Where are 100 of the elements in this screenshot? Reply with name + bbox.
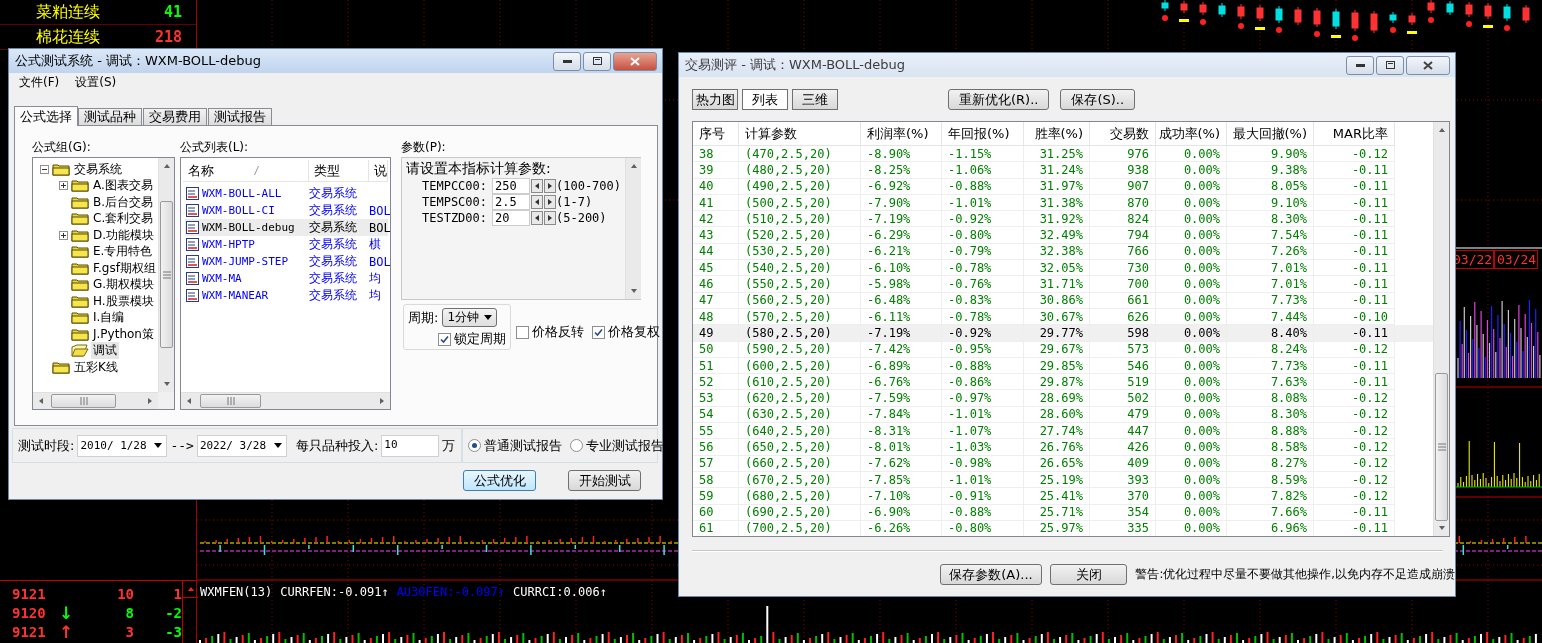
table-row[interactable]: 49 (580,2.5,20) -7.19% -0.92% 29.77% 598 0.00% 8.40% -0.11 <box>693 325 1433 342</box>
view-button[interactable]: 三维 <box>792 89 838 110</box>
horizontal-scrollbar[interactable] <box>181 392 390 409</box>
horizontal-scrollbar[interactable] <box>33 392 158 409</box>
list-row[interactable]: WXM-BOLL-debug 交易系统 BOL <box>185 219 388 236</box>
close-button[interactable] <box>1406 55 1450 75</box>
scrollbar-thumb[interactable] <box>1435 373 1448 521</box>
table-row[interactable]: 39 (480,2.5,20) -8.25% -1.06% 31.24% 938 0.00% 9.38% -0.11 <box>693 162 1433 179</box>
table-row[interactable]: 45 (540,2.5,20) -6.10% -0.78% 32.05% 730 0.00% 7.01% -0.11 <box>693 260 1433 277</box>
collapse-icon[interactable] <box>40 164 49 174</box>
checkbox[interactable] <box>438 332 451 346</box>
list-row[interactable]: WXM-HPTP 交易系统 棋 <box>185 236 388 253</box>
expand-icon[interactable] <box>59 181 68 191</box>
contract-name[interactable]: 棉花连续 <box>36 26 132 48</box>
scrollbar-thumb[interactable] <box>51 394 116 408</box>
list-row[interactable]: WXM-JUMP-STEP 交易系统 BOL <box>185 253 388 270</box>
table-row[interactable]: 41 (500,2.5,20) -7.90% -1.01% 31.38% 870 0.00% 9.10% -0.11 <box>693 194 1433 212</box>
decrease-button[interactable] <box>531 195 543 209</box>
table-row[interactable]: 57 (660,2.5,20) -7.62% -0.98% 26.65% 409 0.00% 8.27% -0.12 <box>693 455 1433 472</box>
tree-item[interactable]: D.功能模块 <box>91 226 157 244</box>
dialog-button[interactable]: 公式优化 <box>463 470 536 491</box>
table-row[interactable]: 44 (530,2.5,20) -6.21% -0.79% 32.38% 766 0.00% 7.26% -0.11 <box>693 243 1433 261</box>
checkbox[interactable] <box>592 325 605 339</box>
table-row[interactable]: 52 (610,2.5,20) -6.76% -0.86% 29.87% 519 0.00% 7.63% -0.11 <box>693 374 1433 391</box>
table-row[interactable]: 59 (680,2.5,20) -7.10% -0.91% 25.41% 370 0.00% 7.82% -0.12 <box>693 488 1433 505</box>
column-header[interactable]: 名称 <box>183 160 309 181</box>
checkbox[interactable] <box>516 325 529 339</box>
table-row[interactable]: 40 (490,2.5,20) -6.92% -0.88% 31.97% 907 0.00% 8.05% -0.11 <box>693 178 1433 195</box>
menu-item[interactable]: 设置(S) <box>67 73 125 91</box>
table-row[interactable]: 42 (510,2.5,20) -7.19% -0.92% 31.92% 824 0.00% 8.30% -0.11 <box>693 211 1433 228</box>
column-header[interactable]: 交易数 <box>1090 122 1156 146</box>
tree-item[interactable]: G.期权模块 <box>91 276 157 294</box>
parameter-field[interactable]: 250 <box>492 178 530 194</box>
table-row[interactable]: 50 (590,2.5,20) -7.42% -0.95% 29.67% 573 0.00% 8.24% -0.12 <box>693 341 1433 358</box>
end-date-field[interactable]: 2022/ 3/28 <box>196 434 287 457</box>
column-header[interactable]: 成功率(%) <box>1156 122 1227 146</box>
table-row[interactable]: 54 (630,2.5,20) -7.84% -1.01% 28.60% 479 0.00% 8.30% -0.12 <box>693 406 1433 424</box>
expand-icon[interactable] <box>59 230 68 240</box>
table-row[interactable]: 51 (600,2.5,20) -6.89% -0.88% 29.85% 546 0.00% 7.73% -0.11 <box>693 357 1433 375</box>
list-row[interactable]: WXM-BOLL-ALL 交易系统 <box>185 185 388 202</box>
tree-item[interactable]: I.自编 <box>91 309 127 327</box>
action-button[interactable]: 保存(S).. <box>1060 89 1136 110</box>
menu-item[interactable]: 文件(F) <box>11 73 68 91</box>
table-row[interactable]: 60 (690,2.5,20) -6.90% -0.88% 25.71% 354 0.00% 7.66% -0.11 <box>693 504 1433 521</box>
table-row[interactable]: 53 (620,2.5,20) -7.59% -0.97% 28.69% 502 0.00% 8.08% -0.12 <box>693 390 1433 407</box>
tree-item[interactable]: 调试 <box>91 342 119 360</box>
tree-item[interactable]: J.Python策 <box>91 325 156 343</box>
close-button[interactable] <box>613 51 657 71</box>
table-row[interactable]: 38 (470,2.5,20) -8.90% -1.15% 31.25% 976 0.00% 9.90% -0.12 <box>693 146 1433 163</box>
column-header[interactable]: 胜率(%) <box>1024 122 1090 146</box>
tree-item[interactable]: H.股票模块 <box>91 292 156 310</box>
increase-button[interactable] <box>544 195 556 209</box>
tree-item[interactable]: E.专用特色 <box>91 243 155 261</box>
tab[interactable]: 测试品种 <box>78 108 142 125</box>
tab[interactable]: 测试报告 <box>208 108 272 125</box>
column-header[interactable]: 说 <box>369 160 388 181</box>
tree-item[interactable]: 交易系统 <box>72 160 124 178</box>
column-header[interactable]: 序号 <box>693 122 739 146</box>
table-row[interactable]: 58 (670,2.5,20) -7.85% -1.01% 25.19% 393 0.00% 8.59% -0.12 <box>693 471 1433 489</box>
column-header[interactable]: 计算参数 <box>739 122 861 146</box>
tree-item[interactable]: F.gsf期权组 <box>91 259 158 277</box>
list-row[interactable]: WXM-MA 交易系统 均 <box>185 270 388 287</box>
table-row[interactable]: 55 (640,2.5,20) -8.31% -1.07% 27.74% 447 0.00% 8.88% -0.12 <box>693 423 1433 440</box>
parameter-field[interactable]: 20 <box>492 210 530 226</box>
scrollbar-thumb[interactable] <box>200 394 261 408</box>
contract-name[interactable]: 菜粕连续 <box>36 1 132 23</box>
tab[interactable]: 公式选择 <box>14 106 78 126</box>
table-row[interactable]: 56 (650,2.5,20) -8.01% -1.03% 26.76% 426 0.00% 8.58% -0.12 <box>693 439 1433 456</box>
maximize-button[interactable] <box>583 51 611 71</box>
list-row[interactable]: WXM-BOLL-CI 交易系统 BOL <box>185 202 388 219</box>
decrease-button[interactable] <box>531 211 543 225</box>
scrollbar-thumb[interactable] <box>160 201 173 348</box>
radio-button[interactable] <box>570 439 583 452</box>
column-header[interactable]: 利润率(%) <box>861 122 942 146</box>
column-header[interactable]: 类型 <box>309 160 369 181</box>
vertical-scrollbar[interactable] <box>1433 122 1449 536</box>
list-row[interactable]: WXM-MANEAR 交易系统 均 <box>185 287 388 304</box>
table-row[interactable]: 61 (700,2.5,20) -6.26% -0.80% 25.97% 335 0.00% 6.96% -0.11 <box>693 520 1433 536</box>
parameter-field[interactable]: 2.5 <box>492 194 530 210</box>
footer-button[interactable]: 关闭 <box>1050 564 1128 585</box>
increase-button[interactable] <box>544 211 556 225</box>
vertical-scrollbar[interactable] <box>158 158 174 392</box>
view-button[interactable]: 列表 <box>742 89 788 110</box>
footer-button[interactable]: 保存参数(A)... <box>940 564 1042 585</box>
column-header[interactable]: MAR比率 <box>1314 122 1395 146</box>
vertical-scrollbar[interactable] <box>625 158 642 299</box>
column-header[interactable]: 最大回撤(%) <box>1227 122 1314 146</box>
table-row[interactable]: 43 (520,2.5,20) -6.29% -0.80% 32.49% 794 0.00% 7.54% -0.11 <box>693 227 1433 244</box>
action-button[interactable]: 重新优化(R).. <box>948 89 1050 110</box>
increase-button[interactable] <box>544 179 556 193</box>
tree-item[interactable]: 五彩K线 <box>72 358 120 376</box>
period-select[interactable]: 1分钟 <box>442 308 498 327</box>
tree-item[interactable]: B.后台交易 <box>91 193 156 211</box>
radio-button[interactable] <box>468 439 481 452</box>
maximize-button[interactable] <box>1376 55 1404 75</box>
table-row[interactable]: 47 (560,2.5,20) -6.48% -0.83% 30.86% 661 0.00% 7.73% -0.11 <box>693 292 1433 309</box>
tab[interactable]: 交易费用 <box>143 108 207 125</box>
input-field[interactable]: 10 <box>381 434 440 457</box>
start-date-field[interactable]: 2010/ 1/28 <box>77 434 168 457</box>
view-button[interactable]: 热力图 <box>692 89 738 110</box>
